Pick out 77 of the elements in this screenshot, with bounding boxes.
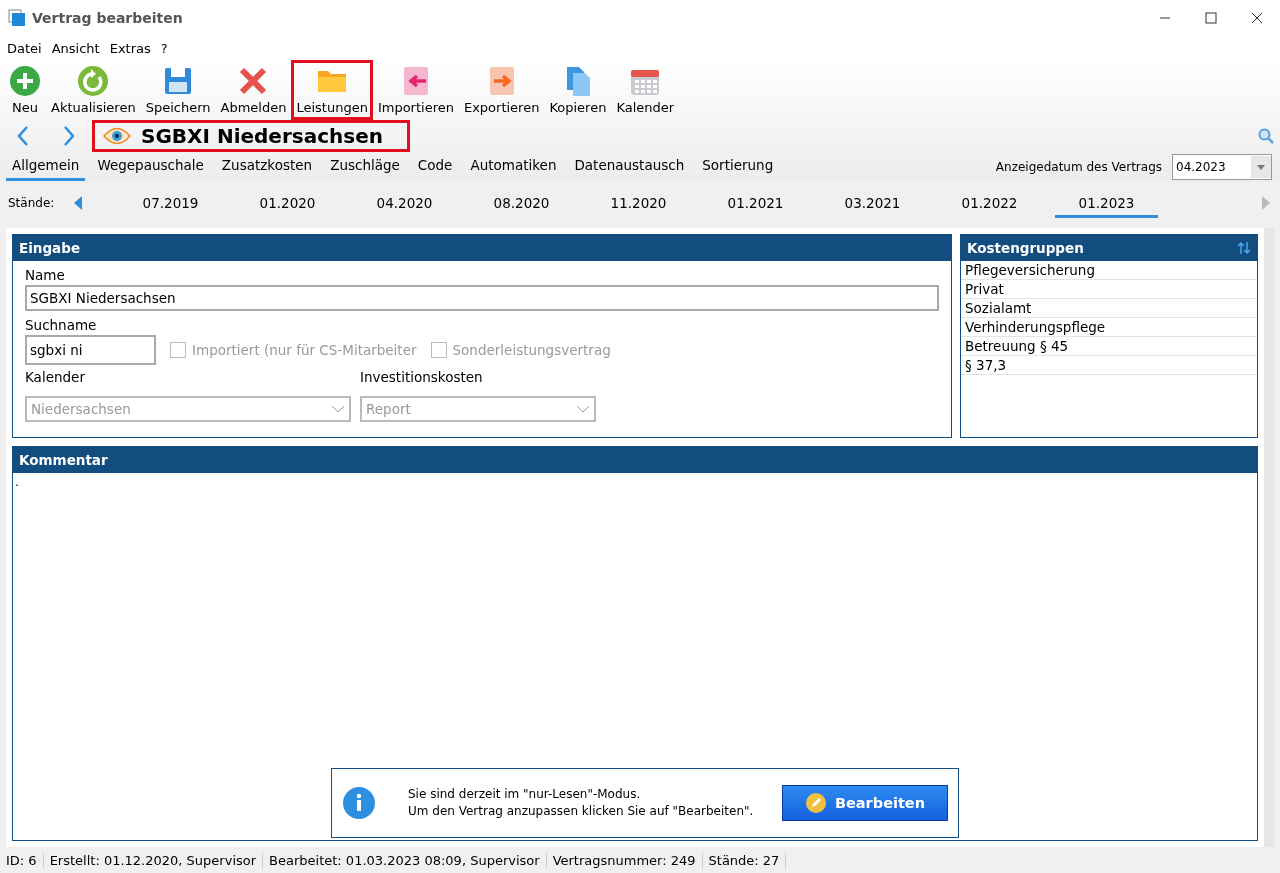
menu-item[interactable]: Ansicht bbox=[46, 40, 105, 56]
tab[interactable]: Code bbox=[411, 153, 459, 181]
record-title: SGBXI Niedersachsen bbox=[141, 124, 383, 148]
edit-button[interactable]: Bearbeiten bbox=[782, 785, 948, 821]
eye-icon bbox=[103, 127, 131, 145]
status-item: ID: 6 bbox=[0, 852, 44, 868]
status-item: Stände: 27 bbox=[702, 852, 787, 868]
field-label: Investitionskosten bbox=[360, 369, 484, 385]
toolbar-button[interactable]: Importieren bbox=[372, 60, 459, 120]
display-date-dropdown[interactable]: 04.2023 bbox=[1172, 154, 1272, 180]
list-item[interactable]: Pflegeversicherung bbox=[961, 261, 1257, 280]
chevron-down-icon bbox=[576, 405, 590, 413]
tab[interactable]: Allgemein bbox=[6, 153, 86, 181]
toolbar-button[interactable]: Speichern bbox=[140, 60, 216, 120]
toolbar-button[interactable]: Kalender bbox=[611, 60, 680, 120]
toolbar-button[interactable]: Exportieren bbox=[458, 60, 545, 120]
menu-item[interactable]: ? bbox=[155, 40, 173, 56]
scroll-left-icon[interactable] bbox=[74, 196, 82, 210]
version-tab[interactable]: 01.2022 bbox=[938, 188, 1041, 218]
tab[interactable]: Datenaustausch bbox=[568, 153, 691, 181]
menu-item[interactable]: Datei bbox=[2, 40, 47, 56]
app-icon bbox=[8, 9, 26, 27]
tab[interactable]: Zuschläge bbox=[324, 153, 406, 181]
scroll-right-icon[interactable] bbox=[1262, 196, 1270, 210]
status-item: Bearbeitet: 01.03.2023 08:09, Supervisor bbox=[263, 852, 547, 868]
field-label: Name bbox=[25, 267, 66, 283]
name-field[interactable]: SGBXI Niedersachsen bbox=[25, 285, 939, 311]
version-tab[interactable]: 08.2020 bbox=[470, 188, 573, 218]
toolbar-button[interactable]: Neu bbox=[4, 60, 46, 120]
version-tab[interactable]: 01.2021 bbox=[704, 188, 807, 218]
comment-text[interactable]: . bbox=[15, 475, 19, 489]
search-name-field[interactable]: sgbxi ni bbox=[25, 335, 156, 365]
plus-icon bbox=[9, 65, 41, 97]
checkbox-label: Sonderleistungsvertrag bbox=[452, 342, 611, 358]
caret-icon bbox=[1257, 164, 1265, 170]
list-item[interactable]: Betreuung § 45 bbox=[961, 337, 1257, 356]
field-label: Suchname bbox=[25, 317, 98, 333]
toolbar-button[interactable]: Leistungen bbox=[291, 60, 373, 120]
list-item[interactable]: Sozialamt bbox=[961, 299, 1257, 318]
checkbox-label: Importiert (nur für CS-Mitarbeiter bbox=[192, 342, 417, 358]
version-tab[interactable]: 07.2019 bbox=[119, 188, 222, 218]
toolbar-button[interactable]: Abmelden bbox=[215, 60, 292, 120]
checkbox[interactable] bbox=[170, 342, 186, 358]
tab[interactable]: Automatiken bbox=[464, 153, 563, 181]
field-label: Kalender bbox=[25, 369, 86, 385]
chevron-down-icon bbox=[331, 405, 345, 413]
version-tab[interactable]: 04.2020 bbox=[353, 188, 456, 218]
display-date-label: Anzeigedatum des Vertrags bbox=[995, 160, 1162, 174]
list-item[interactable]: Verhinderungspflege bbox=[961, 318, 1257, 337]
tab[interactable]: Wegepauschale bbox=[91, 153, 210, 181]
version-tab[interactable]: 01.2020 bbox=[236, 188, 339, 218]
sort-icon[interactable] bbox=[1237, 241, 1251, 255]
tab[interactable]: Sortierung bbox=[696, 153, 780, 181]
version-tab[interactable]: 11.2020 bbox=[587, 188, 690, 218]
search-icon[interactable] bbox=[1258, 128, 1274, 144]
versions-label: Stände: bbox=[8, 196, 56, 210]
maximize-icon[interactable] bbox=[1205, 12, 1217, 24]
info-icon bbox=[342, 786, 376, 820]
status-item: Vertragsnummer: 249 bbox=[546, 852, 703, 868]
panel-header: Kostengruppen bbox=[967, 240, 1084, 256]
refresh-icon bbox=[77, 65, 110, 97]
checkbox[interactable] bbox=[430, 342, 447, 358]
panel-header: Kommentar bbox=[13, 447, 1257, 473]
status-item: Erstellt: 01.12.2020, Supervisor bbox=[43, 852, 264, 868]
panel-header: Eingabe bbox=[13, 235, 951, 261]
menu-item[interactable]: Extras bbox=[104, 40, 156, 56]
tab[interactable]: Zusatzkosten bbox=[215, 153, 319, 181]
window-title: Vertrag bearbeiten bbox=[32, 10, 184, 26]
close-icon[interactable] bbox=[1251, 12, 1263, 24]
list-item[interactable]: § 37,3 bbox=[961, 356, 1257, 375]
toolbar-button[interactable]: Kopieren bbox=[544, 60, 612, 120]
toolbar-button[interactable]: Aktualisieren bbox=[46, 60, 141, 120]
pencil-icon bbox=[804, 792, 827, 814]
notice-text: Sie sind derzeit im "nur-Lesen"-Modus. Um den Vertrag anzupassen klicken Sie auf "Bearbeiten". bbox=[408, 786, 755, 820]
list-item[interactable]: Privat bbox=[961, 280, 1257, 299]
version-tab[interactable]: 01.2023 bbox=[1055, 188, 1158, 218]
version-tab[interactable]: 03.2021 bbox=[821, 188, 924, 218]
